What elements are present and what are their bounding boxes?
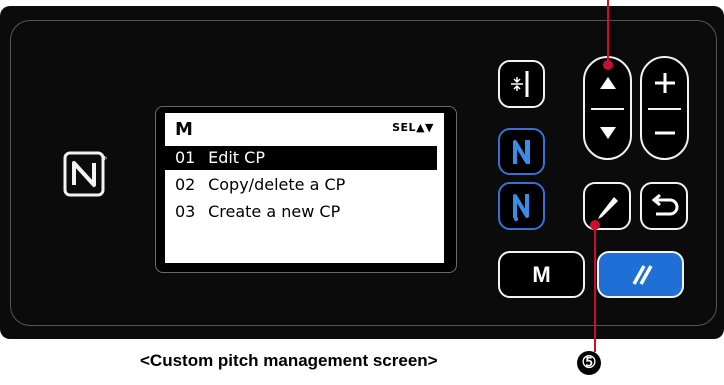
- menu-item-label: Create a new CP: [208, 202, 341, 221]
- callout-dot-up: [603, 60, 613, 70]
- plus-button[interactable]: [642, 58, 687, 108]
- nfc-icon: TM: [63, 151, 107, 197]
- threading-button[interactable]: [498, 60, 545, 108]
- needle-up-icon: [512, 139, 530, 164]
- return-icon: [651, 193, 679, 216]
- up-down-key[interactable]: [583, 56, 632, 160]
- pencil-icon: [598, 197, 618, 219]
- threading-icon: [510, 71, 528, 97]
- menu-item-label: Copy/delete a CP: [208, 175, 346, 194]
- reset-button[interactable]: [597, 251, 684, 298]
- callout-number: ➄: [577, 351, 601, 375]
- m-button-label: M: [532, 261, 551, 287]
- menu-item-number: 03: [175, 202, 196, 221]
- reset-icon: [631, 264, 653, 285]
- plus-icon: [654, 73, 675, 93]
- needle-up-button[interactable]: [498, 128, 545, 175]
- menu-item-number: 01: [175, 148, 196, 167]
- callout-line-up: [607, 0, 609, 64]
- return-button[interactable]: [640, 182, 688, 230]
- menu-item-number: 02: [175, 175, 196, 194]
- svg-text:TM: TM: [100, 156, 107, 162]
- arrow-up-icon: [599, 77, 616, 89]
- plus-minus-key[interactable]: [640, 56, 689, 160]
- menu-item-copy-delete-cp[interactable]: 02 Copy/delete a CP: [165, 173, 444, 197]
- menu-item-create-new-cp[interactable]: 03 Create a new CP: [165, 200, 444, 224]
- menu-item-edit-cp[interactable]: 01 Edit CP: [165, 146, 437, 170]
- needle-down-button[interactable]: [498, 182, 545, 230]
- arrow-down-icon: [599, 127, 616, 139]
- mode-label: M: [175, 119, 193, 140]
- m-button[interactable]: M: [498, 251, 585, 298]
- needle-down-icon: [512, 194, 529, 222]
- sel-indicator: SEL▲▼: [392, 121, 434, 134]
- callout-dot-edit: [590, 220, 600, 230]
- minus-icon: [654, 131, 675, 135]
- menu-item-label: Edit CP: [208, 148, 265, 167]
- minus-button[interactable]: [642, 108, 687, 158]
- down-button[interactable]: [585, 108, 630, 158]
- figure-caption: <Custom pitch management screen>: [140, 351, 438, 370]
- lcd-screen: M SEL▲▼ 01 Edit CP 02 Copy/delete a CP 0…: [165, 113, 444, 263]
- callout-line-edit: [594, 224, 596, 352]
